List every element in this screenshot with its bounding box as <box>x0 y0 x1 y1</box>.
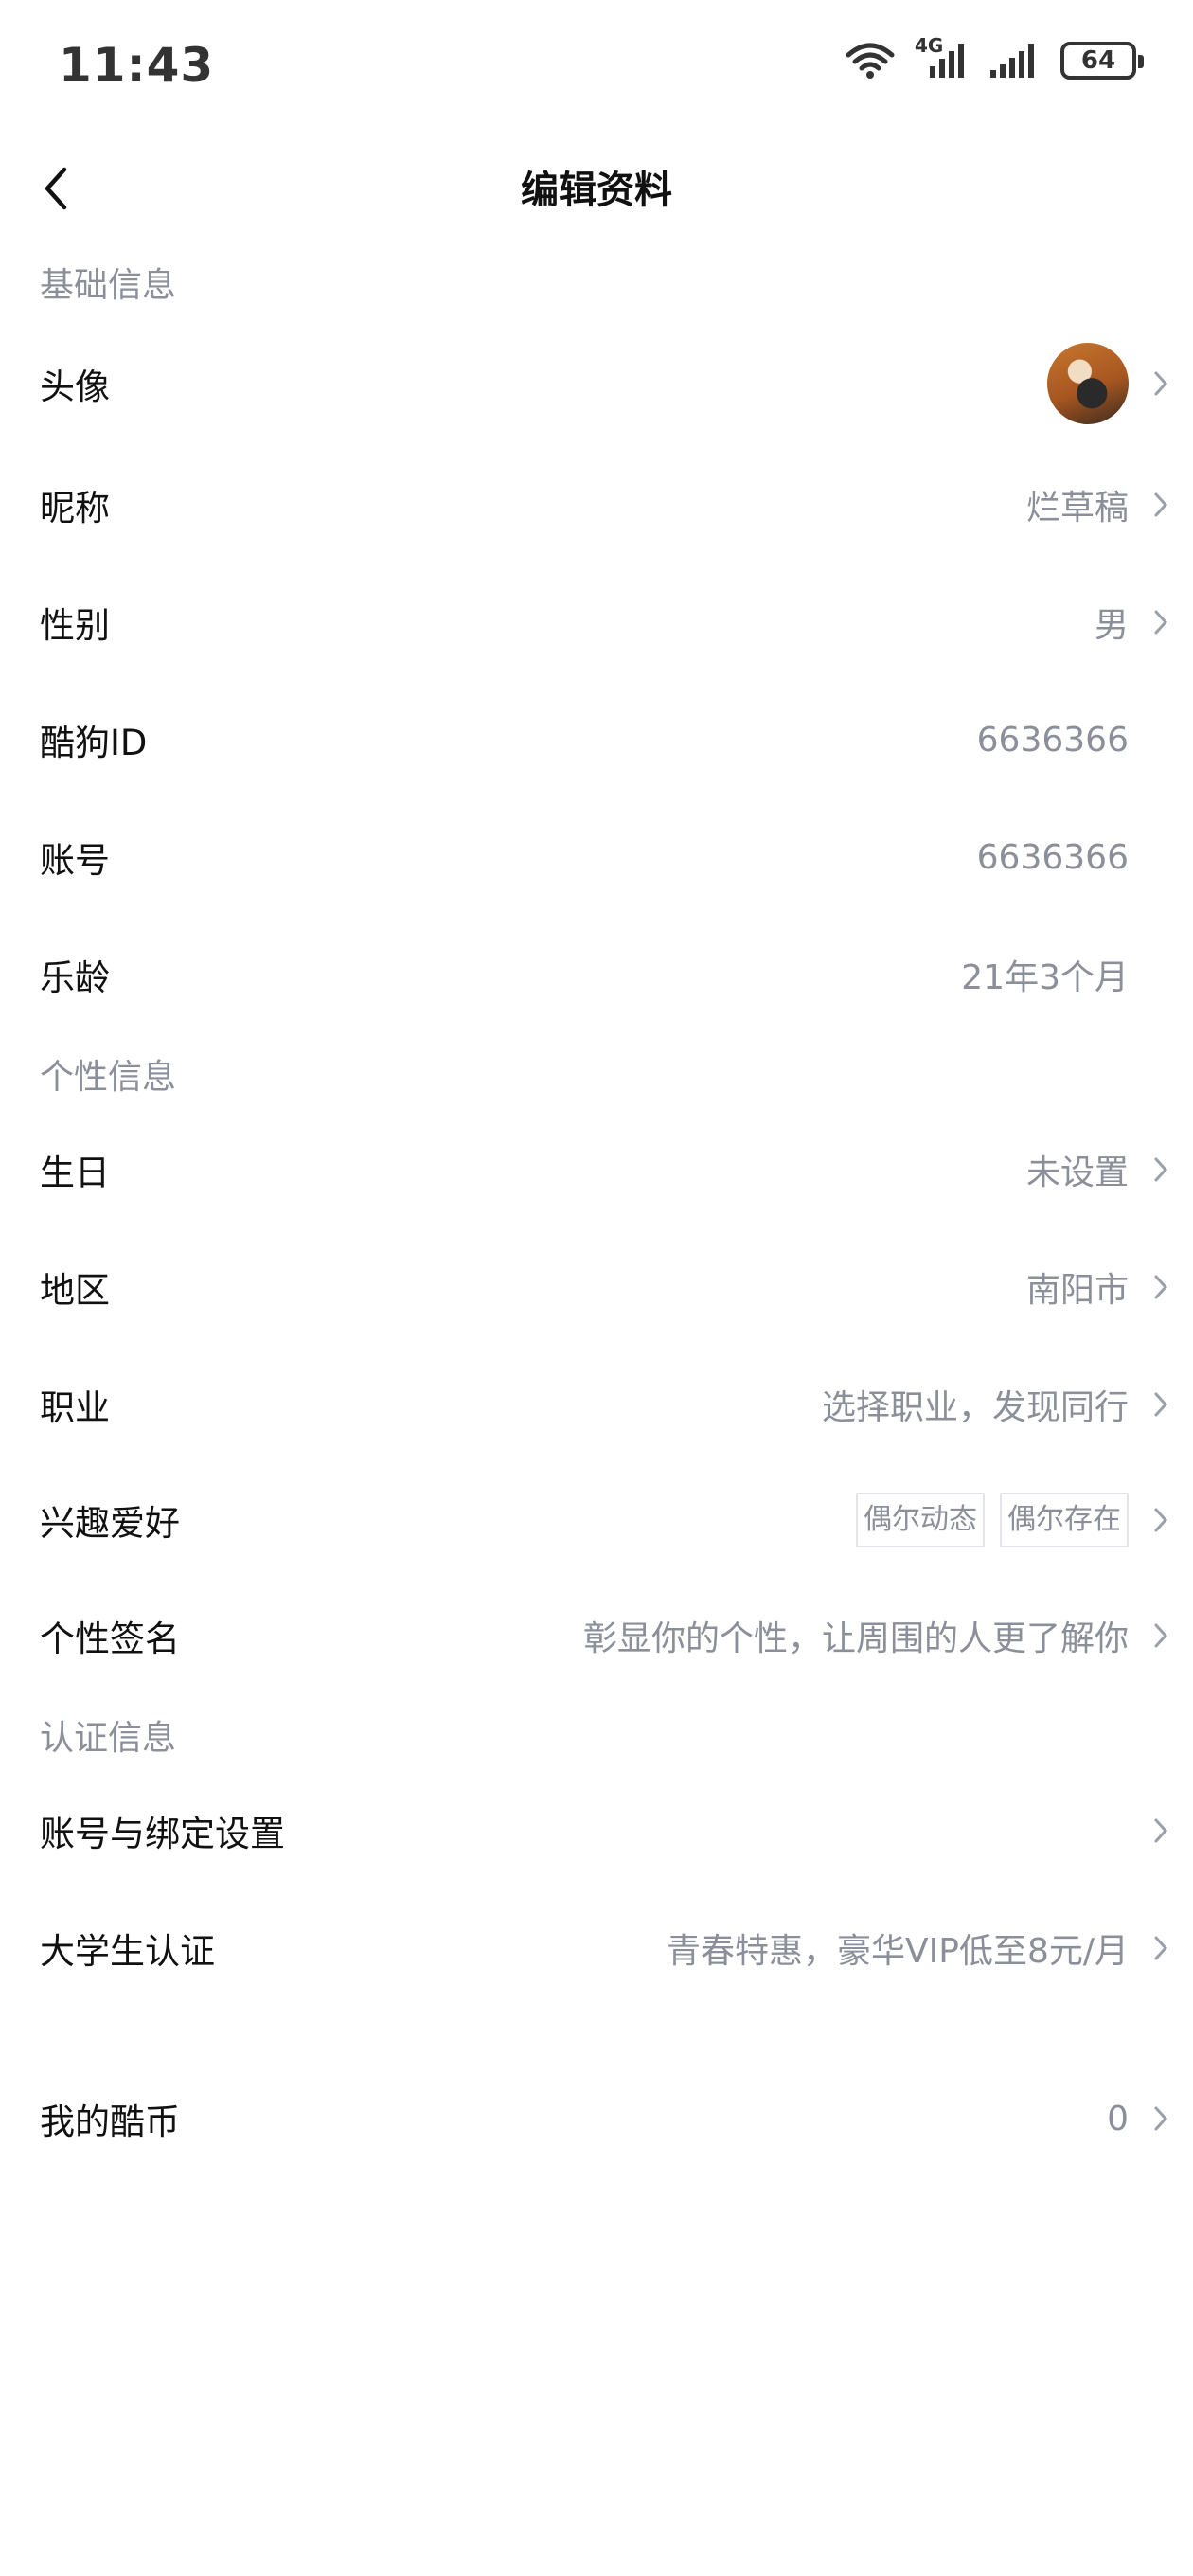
chevron-right-icon <box>1146 1929 1176 1967</box>
row-label: 酷狗ID <box>40 723 148 763</box>
row-label: 我的酷币 <box>40 2102 180 2142</box>
chevron-right-icon <box>1146 1617 1176 1655</box>
row-label: 性别 <box>40 605 110 646</box>
status-time: 11:43 <box>59 38 215 93</box>
row-hobbies[interactable]: 兴趣爱好 偶尔动态 偶尔存在 <box>0 1468 1193 1572</box>
row-label: 大学生认证 <box>40 1931 215 1972</box>
row-value: 0 <box>1107 2099 1129 2138</box>
row-label: 个性签名 <box>40 1619 180 1659</box>
hobby-tag: 偶尔存在 <box>1000 1493 1129 1547</box>
row-label: 昵称 <box>40 488 110 528</box>
row-label: 生日 <box>40 1153 110 1193</box>
wifi-icon <box>846 43 895 79</box>
status-bar: 11:43 4G 64 <box>0 0 1193 133</box>
chevron-right-icon <box>1146 365 1176 402</box>
row-value: 烂草稿 <box>1025 489 1129 528</box>
row-value: 未设置 <box>1025 1154 1129 1192</box>
chevron-right-icon <box>1146 2100 1176 2138</box>
row-region[interactable]: 地区 南阳市 <box>0 1235 1193 1339</box>
cellular-4g-icon: 4G <box>915 34 968 80</box>
row-student-auth[interactable]: 大学生认证 青春特惠，豪华VIP低至8元/月 <box>0 1896 1193 2000</box>
network-type: 4G <box>915 34 944 57</box>
chevron-right-icon <box>1146 486 1176 524</box>
row-label: 地区 <box>40 1270 110 1311</box>
row-label: 账号与绑定设置 <box>40 1814 285 1854</box>
row-avatar[interactable]: 头像 <box>0 331 1193 436</box>
hobby-tags: 偶尔动态 偶尔存在 <box>856 1493 1129 1547</box>
hobby-tag: 偶尔动态 <box>856 1493 985 1547</box>
row-label: 兴趣爱好 <box>40 1503 180 1544</box>
cellular-signal-icon <box>990 44 1034 78</box>
chevron-right-icon <box>1146 1268 1176 1306</box>
row-value: 男 <box>1094 606 1129 645</box>
row-value: 21年3个月 <box>961 958 1129 997</box>
section-header-basic: 基础信息 <box>40 266 177 305</box>
battery-icon: 64 <box>1060 42 1144 80</box>
row-kugou-id: 酷狗ID 6636366 <box>0 688 1193 792</box>
row-account: 账号 6636366 <box>0 805 1193 909</box>
row-career[interactable]: 职业 选择职业，发现同行 <box>0 1352 1193 1457</box>
page-title: 编辑资料 <box>521 169 672 212</box>
row-value: 青春特惠，豪华VIP低至8元/月 <box>667 1932 1129 1971</box>
row-label: 职业 <box>40 1387 110 1428</box>
row-nickname[interactable]: 昵称 烂草稿 <box>0 453 1193 557</box>
row-value: 6636366 <box>976 837 1129 877</box>
section-header-personal: 个性信息 <box>40 1058 177 1097</box>
row-my-coins[interactable]: 我的酷币 0 <box>0 2066 1193 2171</box>
chevron-right-icon <box>1146 1812 1176 1850</box>
section-header-auth: 认证信息 <box>40 1719 177 1758</box>
row-label: 头像 <box>40 367 110 407</box>
row-birthday[interactable]: 生日 未设置 <box>0 1118 1193 1222</box>
nav-bar: 编辑资料 <box>0 133 1193 237</box>
row-label: 乐龄 <box>40 957 110 998</box>
row-value: 6636366 <box>976 720 1129 760</box>
row-music-age: 乐龄 21年3个月 <box>0 922 1193 1027</box>
chevron-right-icon <box>1146 1151 1176 1189</box>
chevron-right-icon <box>1146 603 1176 641</box>
chevron-right-icon <box>1146 1386 1176 1423</box>
row-label: 账号 <box>40 840 110 881</box>
row-account-binding[interactable]: 账号与绑定设置 <box>0 1779 1193 1883</box>
row-gender[interactable]: 性别 男 <box>0 570 1193 674</box>
status-icons: 4G 64 <box>845 34 1144 80</box>
row-value: 彰显你的个性，让周围的人更了解你 <box>582 1619 1129 1658</box>
row-value: 南阳市 <box>1025 1271 1129 1310</box>
avatar <box>1047 343 1129 424</box>
chevron-right-icon <box>1146 1501 1176 1539</box>
row-signature[interactable]: 个性签名 彰显你的个性，让周围的人更了解你 <box>0 1583 1193 1688</box>
row-value: 选择职业，发现同行 <box>821 1388 1129 1427</box>
